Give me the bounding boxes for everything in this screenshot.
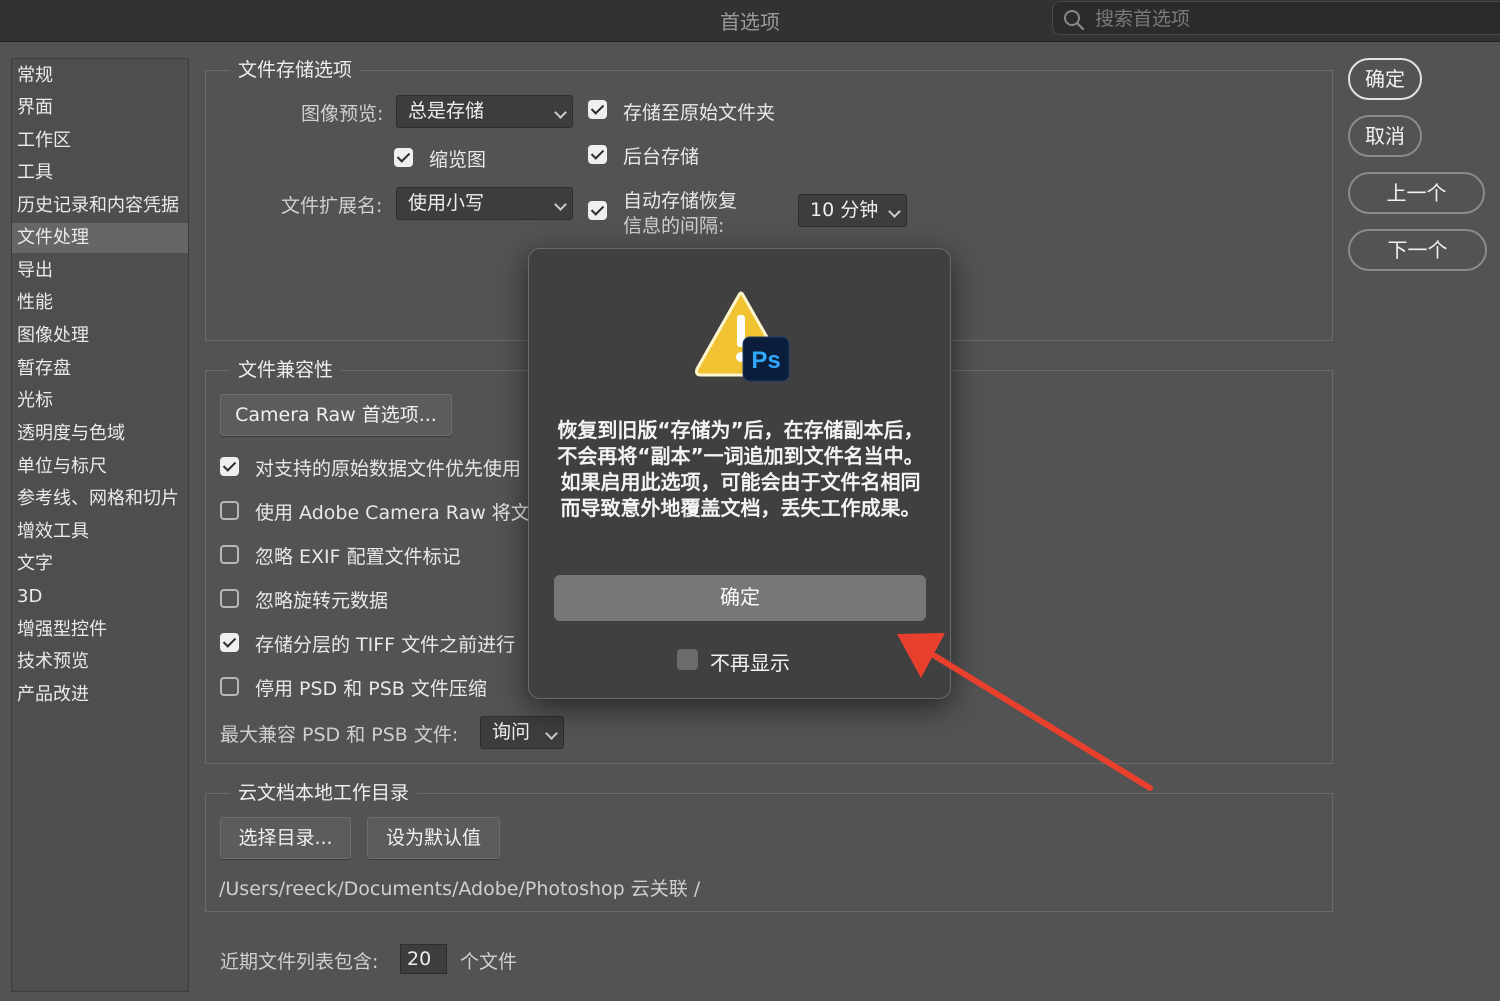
camera-raw-prefs-button[interactable]: Camera Raw 首选项... — [220, 394, 452, 436]
search-input[interactable] — [1095, 5, 1475, 33]
search-box[interactable] — [1052, 1, 1500, 35]
sidebar-item-product-improvement[interactable]: 产品改进 — [12, 680, 188, 710]
alert-dialog: Ps 恢复到旧版“存储为”后，在存储副本后，不会再将“副本”一词追加到文件名当中… — [528, 248, 951, 699]
autosave-label-line1: 自动存储恢复 — [623, 190, 738, 212]
ignore-exif-label: 忽略 EXIF 配置文件标记 — [255, 546, 461, 568]
use-acr-label: 使用 Adobe Camera Raw 将文 — [255, 502, 530, 524]
image-preview-value: 总是存储 — [408, 100, 485, 122]
ignore-exif-checkbox[interactable] — [220, 545, 239, 564]
chevron-down-icon — [888, 205, 901, 218]
alert-ok-button[interactable]: 确定 — [554, 575, 926, 621]
ignore-rotation-label: 忽略旋转元数据 — [255, 590, 389, 612]
dont-show-again-label: 不再显示 — [710, 651, 790, 675]
choose-directory-button[interactable]: 选择目录... — [220, 817, 351, 859]
recent-files-label: 近期文件列表包含: — [220, 951, 379, 973]
disable-compression-label: 停用 PSD 和 PSB 文件压缩 — [255, 678, 487, 700]
sidebar-item-image-processing[interactable]: 图像处理 — [12, 321, 188, 351]
sidebar-item-guides[interactable]: 参考线、网格和切片 — [12, 484, 188, 514]
save-to-original-checkbox[interactable] — [588, 100, 607, 119]
sidebar-item-tools[interactable]: 工具 — [12, 158, 188, 188]
extension-label: 文件扩展名: — [281, 195, 383, 217]
sidebar-item-history[interactable]: 历史记录和内容凭据 — [12, 191, 188, 221]
ignore-rotation-checkbox[interactable] — [220, 589, 239, 608]
sidebar-item-performance[interactable]: 性能 — [12, 288, 188, 318]
max-compat-value: 询问 — [492, 721, 531, 743]
autosave-interval-value: 10 分钟 — [810, 199, 879, 221]
recent-files-count-field[interactable]: 20 — [400, 944, 447, 974]
sidebar-item-transparency[interactable]: 透明度与色域 — [12, 419, 188, 449]
use-acr-checkbox[interactable] — [220, 501, 239, 520]
layered-tiff-checkbox[interactable] — [220, 633, 239, 652]
recent-files-suffix: 个文件 — [460, 951, 518, 973]
extension-value: 使用小写 — [408, 192, 485, 214]
layered-tiff-label: 存储分层的 TIFF 文件之前进行 — [255, 634, 516, 656]
file-saving-legend: 文件存储选项 — [230, 57, 361, 83]
extension-select[interactable]: 使用小写 — [396, 187, 573, 220]
title-bar: 首选项 — [0, 0, 1500, 42]
sidebar-item-units[interactable]: 单位与标尺 — [12, 452, 188, 482]
autosave-interval-select[interactable]: 10 分钟 — [798, 194, 907, 227]
prefer-raw-label: 对支持的原始数据文件优先使用 — [255, 458, 522, 480]
sidebar: 常规 界面 工作区 工具 历史记录和内容凭据 文件处理 导出 性能 图像处理 暂… — [11, 58, 189, 992]
sidebar-item-enhanced-controls[interactable]: 增强型控件 — [12, 615, 188, 645]
alert-message: 恢复到旧版“存储为”后，在存储副本后，不会再将“副本”一词追加到文件名当中。如果… — [557, 418, 924, 520]
autosave-checkbox[interactable] — [588, 201, 607, 220]
dont-show-again-checkbox[interactable] — [677, 649, 698, 670]
previous-button[interactable]: 上一个 — [1348, 172, 1485, 214]
sidebar-item-cursors[interactable]: 光标 — [12, 386, 188, 416]
save-to-original-label: 存储至原始文件夹 — [623, 102, 776, 124]
file-compatibility-legend: 文件兼容性 — [230, 357, 342, 383]
sidebar-item-interface[interactable]: 界面 — [12, 93, 188, 123]
chevron-down-icon — [554, 106, 567, 119]
thumbnail-checkbox[interactable] — [394, 148, 413, 167]
ok-button[interactable]: 确定 — [1348, 58, 1422, 100]
cloud-path-text: /Users/reeck/Documents/Adobe/Photoshop 云… — [219, 878, 701, 900]
cancel-button[interactable]: 取消 — [1348, 115, 1422, 157]
sidebar-item-tech-previews[interactable]: 技术预览 — [12, 647, 188, 677]
ps-badge-text: Ps — [751, 347, 780, 374]
autosave-label-line2: 信息的间隔: — [623, 215, 725, 237]
disable-compression-checkbox[interactable] — [220, 677, 239, 696]
max-compat-select[interactable]: 询问 — [480, 716, 564, 749]
sidebar-item-3d[interactable]: 3D — [12, 582, 188, 612]
search-icon — [1064, 10, 1085, 31]
thumbnail-label: 缩览图 — [429, 149, 487, 171]
sidebar-item-export[interactable]: 导出 — [12, 256, 188, 286]
warning-ps-icon: Ps — [695, 291, 790, 382]
chevron-down-icon — [554, 198, 567, 211]
prefer-raw-checkbox[interactable] — [220, 457, 239, 476]
background-save-label: 后台存储 — [623, 146, 700, 168]
image-preview-label: 图像预览: — [301, 103, 384, 125]
sidebar-item-file-handling[interactable]: 文件处理 — [12, 223, 188, 253]
sidebar-item-type[interactable]: 文字 — [12, 549, 188, 579]
sidebar-item-plugins[interactable]: 增效工具 — [12, 517, 188, 547]
next-button[interactable]: 下一个 — [1348, 229, 1487, 271]
sidebar-item-workspace[interactable]: 工作区 — [12, 126, 188, 156]
sidebar-item-scratch-disks[interactable]: 暂存盘 — [12, 354, 188, 384]
sidebar-item-general[interactable]: 常规 — [12, 61, 188, 91]
image-preview-select[interactable]: 总是存储 — [396, 95, 573, 128]
set-default-button[interactable]: 设为默认值 — [367, 817, 500, 859]
background-save-checkbox[interactable] — [588, 145, 607, 164]
cloud-docs-legend: 云文档本地工作目录 — [230, 780, 418, 806]
max-compat-label: 最大兼容 PSD 和 PSB 文件: — [220, 724, 459, 746]
chevron-down-icon — [545, 727, 558, 740]
